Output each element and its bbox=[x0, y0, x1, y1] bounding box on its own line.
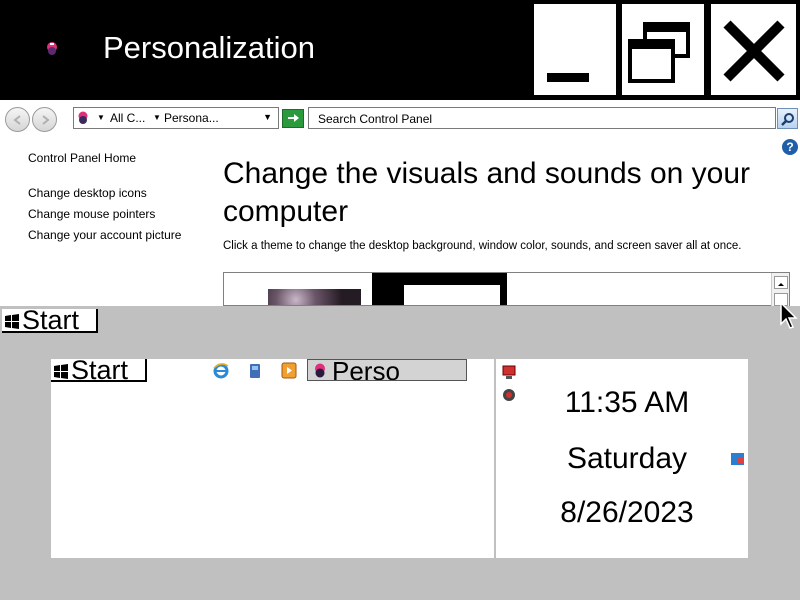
chevron-up-icon bbox=[778, 283, 784, 286]
breadcrumb-item-personalization[interactable]: Persona... bbox=[164, 111, 219, 125]
forward-arrow-icon bbox=[42, 115, 50, 125]
change-mouse-pointers-link[interactable]: Change mouse pointers bbox=[28, 207, 155, 221]
theme-preview-image bbox=[404, 285, 500, 305]
clock-time[interactable]: 11:35 AM bbox=[496, 385, 758, 421]
taskbar-button-label: Perso bbox=[332, 359, 400, 381]
restore-icon bbox=[628, 22, 690, 83]
control-panel-home-link[interactable]: Control Panel Home bbox=[28, 151, 136, 165]
taskbar-button-personalization[interactable]: Perso bbox=[307, 359, 467, 381]
search-placeholder: Search Control Panel bbox=[318, 112, 433, 126]
ie-icon[interactable] bbox=[213, 362, 229, 379]
taskbar-tasks-area bbox=[51, 359, 494, 558]
theme-thumbnail[interactable] bbox=[224, 273, 372, 305]
windows-logo-icon bbox=[5, 314, 19, 329]
search-input[interactable]: Search Control Panel bbox=[308, 107, 776, 129]
page-description: Click a theme to change the desktop back… bbox=[223, 240, 742, 252]
network-icon[interactable] bbox=[501, 364, 517, 380]
refresh-icon bbox=[288, 114, 299, 122]
windows-logo-icon bbox=[54, 364, 68, 379]
back-arrow-icon bbox=[13, 115, 21, 125]
personalization-icon bbox=[315, 363, 325, 378]
page-title: Change the visuals and sounds on your co… bbox=[223, 157, 751, 228]
window-title: Personalization bbox=[103, 30, 315, 65]
control-panel-icon bbox=[78, 111, 88, 124]
forward-button[interactable] bbox=[32, 107, 57, 132]
change-desktop-icons-link[interactable]: Change desktop icons bbox=[28, 186, 147, 200]
scroll-up-button[interactable] bbox=[774, 276, 788, 289]
breadcrumb-arrow-icon[interactable]: ▼ bbox=[153, 113, 161, 122]
refresh-button[interactable] bbox=[282, 109, 304, 128]
start-button[interactable]: Start bbox=[2, 305, 98, 335]
minimize-button[interactable] bbox=[532, 2, 618, 97]
close-icon bbox=[723, 20, 785, 82]
breadcrumb-item-all[interactable]: All C... bbox=[110, 111, 145, 125]
chevron-down-icon[interactable]: ▼ bbox=[263, 112, 272, 122]
clock-day[interactable]: Saturday bbox=[496, 441, 758, 477]
start-button[interactable]: Start bbox=[51, 359, 147, 382]
personalization-icon bbox=[47, 42, 57, 55]
theme-list bbox=[223, 272, 790, 306]
media-folder-icon[interactable] bbox=[247, 362, 263, 379]
back-button[interactable] bbox=[5, 107, 30, 132]
help-icon[interactable]: ? bbox=[782, 139, 798, 155]
media-player-icon[interactable] bbox=[281, 362, 297, 379]
clock-date[interactable]: 8/26/2023 bbox=[496, 495, 758, 531]
minimize-icon bbox=[547, 73, 589, 82]
search-button[interactable] bbox=[777, 108, 798, 129]
breadcrumb-arrow-icon[interactable]: ▼ bbox=[97, 113, 105, 122]
theme-thumbnail[interactable] bbox=[372, 273, 507, 305]
start-label: Start bbox=[71, 359, 129, 382]
breadcrumb[interactable]: ▼ All C... ▼ Persona... ▼ bbox=[73, 107, 279, 129]
close-button[interactable] bbox=[709, 2, 798, 97]
start-label: Start bbox=[22, 305, 80, 335]
mouse-cursor-icon bbox=[780, 302, 798, 329]
theme-preview-image bbox=[268, 289, 361, 305]
screen: Personalization ▼ All C... ▼ Persona... … bbox=[0, 0, 800, 600]
search-icon bbox=[781, 113, 794, 126]
restore-button[interactable] bbox=[620, 2, 706, 97]
change-account-picture-link[interactable]: Change your account picture bbox=[28, 228, 181, 242]
